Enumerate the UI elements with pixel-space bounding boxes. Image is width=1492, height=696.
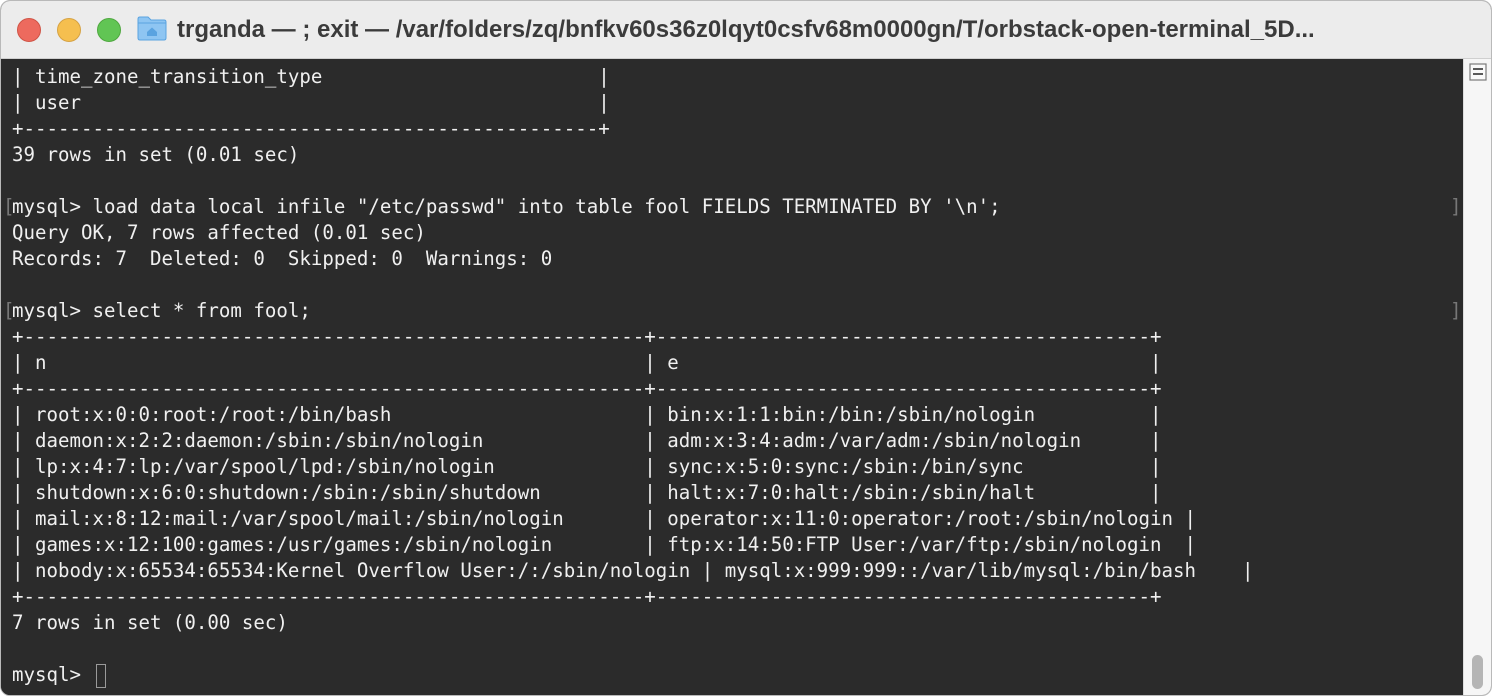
window-title: trganda — ; exit — /var/folders/zq/bnfkv… bbox=[177, 16, 1315, 43]
scrollbar-thumb[interactable] bbox=[1472, 655, 1483, 689]
vertical-scrollbar[interactable] bbox=[1463, 59, 1491, 695]
command-mark-right: ] bbox=[1450, 299, 1462, 322]
terminal-line: | user | bbox=[12, 91, 610, 114]
table-row: | games:x:12:100:games:/usr/games:/sbin/… bbox=[12, 533, 1197, 556]
terminal-prompt[interactable]: mysql> bbox=[12, 662, 92, 688]
close-button[interactable] bbox=[17, 18, 41, 42]
terminal-line: | time_zone_transition_type | bbox=[12, 65, 610, 88]
terminal-line: +---------------------------------------… bbox=[12, 117, 610, 140]
table-row: | lp:x:4:7:lp:/var/spool/lpd:/sbin/nolog… bbox=[12, 455, 1162, 478]
minimize-button[interactable] bbox=[57, 18, 81, 42]
folder-home-icon bbox=[137, 16, 167, 41]
title-bar[interactable]: trganda — ; exit — /var/folders/zq/bnfkv… bbox=[1, 1, 1491, 59]
terminal-line: 39 rows in set (0.01 sec) bbox=[12, 143, 300, 166]
table-row: | daemon:x:2:2:daemon:/sbin:/sbin/nologi… bbox=[12, 429, 1162, 452]
table-header: | n | e | bbox=[12, 351, 1162, 374]
table-row: | mail:x:8:12:mail:/var/spool/mail:/sbin… bbox=[12, 507, 1197, 530]
table-row: | root:x:0:0:root:/root:/bin/bash | bin:… bbox=[12, 403, 1162, 426]
zoom-button[interactable] bbox=[97, 18, 121, 42]
terminal-output[interactable]: | time_zone_transition_type | | user | +… bbox=[1, 59, 1463, 695]
terminal-window: trganda — ; exit — /var/folders/zq/bnfkv… bbox=[0, 0, 1492, 696]
table-border: +---------------------------------------… bbox=[12, 585, 1162, 608]
table-row: | nobody:x:65534:65534:Kernel Overflow U… bbox=[12, 559, 1254, 582]
command-mark-right: ] bbox=[1450, 195, 1462, 218]
terminal-line: Records: 7 Deleted: 0 Skipped: 0 Warning… bbox=[12, 247, 553, 270]
terminal-line: 7 rows in set (0.00 sec) bbox=[12, 611, 288, 634]
terminal-command-line: mysql> load data local infile "/etc/pass… bbox=[12, 195, 1001, 218]
text-cursor bbox=[96, 664, 106, 688]
terminal-command-line: mysql> select * from fool; bbox=[12, 299, 311, 322]
table-border: +---------------------------------------… bbox=[12, 377, 1162, 400]
scrollbar-menu-icon[interactable] bbox=[1469, 63, 1487, 81]
terminal-line: Query OK, 7 rows affected (0.01 sec) bbox=[12, 221, 426, 244]
table-border: +---------------------------------------… bbox=[12, 325, 1162, 348]
table-row: | shutdown:x:6:0:shutdown:/sbin:/sbin/sh… bbox=[12, 481, 1162, 504]
